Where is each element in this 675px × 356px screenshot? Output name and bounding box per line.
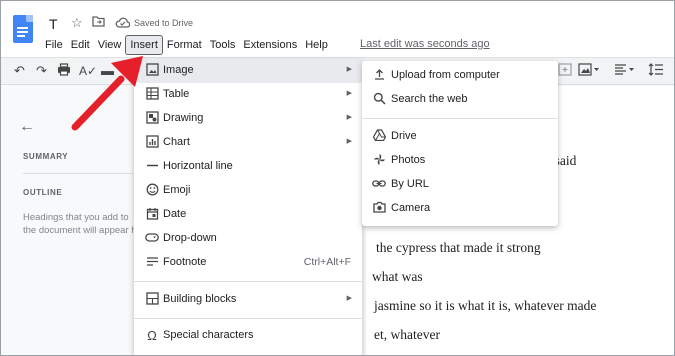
submenu-arrow-icon: ▶ xyxy=(346,114,352,121)
insert-dropdown-label: Drop-down xyxy=(163,232,217,244)
menu-help[interactable]: Help xyxy=(301,36,332,54)
star-icon[interactable]: ☆ xyxy=(71,15,83,31)
undo-icon[interactable]: ↶ xyxy=(14,63,25,79)
doc-line[interactable]: jasmine so it is what it is, whatever ma… xyxy=(374,298,596,314)
insert-drawing-label: Drawing xyxy=(163,112,204,124)
submenu-arrow-icon: ▶ xyxy=(346,138,352,145)
by-url-label: By URL xyxy=(391,178,429,190)
upload-icon xyxy=(371,68,387,84)
insert-footnote-label: Footnote xyxy=(163,256,207,268)
insert-image-label: Image xyxy=(163,64,194,76)
save-status: Saved to Drive xyxy=(134,18,194,28)
calendar-icon xyxy=(144,207,160,223)
menu-separator xyxy=(134,318,362,319)
insert-menu: Image ▶ Table ▶ Drawing ▶ Chart ▶ Horizo… xyxy=(134,59,362,355)
outline-heading: OUTLINE xyxy=(23,188,63,197)
last-edit-link[interactable]: Last edit was seconds ago xyxy=(360,38,490,50)
insert-horizontal-line-label: Horizontal line xyxy=(163,160,233,172)
insert-table-label: Table xyxy=(163,88,190,100)
insert-image-icon[interactable] xyxy=(558,63,572,80)
camera-icon xyxy=(371,201,387,217)
document-title[interactable]: T xyxy=(49,16,58,32)
building-blocks-icon xyxy=(144,292,160,308)
doc-line[interactable]: the cypress that made it strong xyxy=(376,240,541,256)
doc-line[interactable]: what was xyxy=(372,269,423,285)
insert-special-characters-label: Special characters xyxy=(163,329,254,341)
submenu-arrow-icon: ▶ xyxy=(346,90,352,97)
insert-table-item[interactable]: Table ▶ xyxy=(134,83,362,107)
insert-emoji-item[interactable]: Emoji xyxy=(134,179,362,203)
insert-chart-label: Chart xyxy=(163,136,190,148)
drive-item[interactable]: Drive xyxy=(362,126,558,148)
docs-logo-icon[interactable] xyxy=(13,15,33,43)
emoji-icon xyxy=(144,183,160,199)
footnote-icon xyxy=(144,255,160,271)
submenu-arrow-icon: ▶ xyxy=(346,295,352,302)
link-icon xyxy=(371,177,387,193)
drive-label: Drive xyxy=(391,130,417,142)
insert-date-label: Date xyxy=(163,208,187,220)
camera-item[interactable]: Camera xyxy=(362,198,558,220)
menu-format[interactable]: Format xyxy=(163,36,206,54)
image-options-icon[interactable] xyxy=(578,63,600,80)
search-the-web-label: Search the web xyxy=(391,93,468,105)
menu-tools[interactable]: Tools xyxy=(206,36,240,54)
doc-line[interactable]: et, whatever xyxy=(374,327,440,343)
insert-chart-item[interactable]: Chart ▶ xyxy=(134,131,362,155)
photos-item[interactable]: Photos xyxy=(362,150,558,172)
outline-divider xyxy=(23,173,133,174)
folder-move-icon[interactable] xyxy=(92,15,105,31)
image-submenu: Upload from computer Search the web Driv… xyxy=(362,61,558,226)
outline-hint-text: Headings that you add to the document wi… xyxy=(23,212,142,236)
photos-icon xyxy=(371,153,387,169)
app-window: T ☆ Saved to Drive File Edit View Insert… xyxy=(0,0,675,356)
insert-building-blocks-item[interactable]: Building blocks ▶ xyxy=(134,288,362,312)
footnote-shortcut: Ctrl+Alt+F xyxy=(303,256,351,268)
photos-label: Photos xyxy=(391,154,426,166)
omega-icon: Ω xyxy=(147,328,157,343)
line-spacing-icon[interactable] xyxy=(648,63,664,80)
insert-date-item[interactable]: Date xyxy=(134,203,362,227)
insert-emoji-label: Emoji xyxy=(163,184,191,196)
redo-icon[interactable]: ↷ xyxy=(36,63,47,79)
align-left-icon[interactable] xyxy=(614,63,636,80)
insert-horizontal-line-item[interactable]: Horizontal line xyxy=(134,155,362,179)
menu-separator xyxy=(134,281,362,282)
red-arrow-annotation xyxy=(71,56,143,131)
insert-building-blocks-label: Building blocks xyxy=(163,293,237,305)
back-arrow-icon[interactable]: ← xyxy=(19,118,35,136)
cloud-done-icon[interactable] xyxy=(115,16,131,32)
insert-drawing-item[interactable]: Drawing ▶ xyxy=(134,107,362,131)
drive-icon xyxy=(371,129,387,145)
submenu-arrow-icon: ▶ xyxy=(346,66,352,73)
search-icon xyxy=(371,92,387,108)
summary-heading: SUMMARY xyxy=(23,152,69,161)
insert-dropdown-item[interactable]: Drop-down xyxy=(134,227,362,251)
insert-special-characters-item[interactable]: Ω Special characters xyxy=(134,324,362,348)
camera-label: Camera xyxy=(391,202,431,214)
insert-footnote-item[interactable]: Footnote Ctrl+Alt+F xyxy=(134,251,362,275)
upload-from-computer-item[interactable]: Upload from computer xyxy=(362,65,558,87)
search-the-web-item[interactable]: Search the web xyxy=(362,89,558,111)
dropdown-icon xyxy=(144,231,160,247)
insert-image-item[interactable]: Image ▶ xyxy=(134,59,362,83)
upload-from-computer-label: Upload from computer xyxy=(391,69,500,81)
by-url-item[interactable]: By URL xyxy=(362,174,558,196)
menu-extensions[interactable]: Extensions xyxy=(239,36,301,54)
horizontal-line-icon xyxy=(144,159,160,175)
submenu-separator xyxy=(362,118,558,119)
